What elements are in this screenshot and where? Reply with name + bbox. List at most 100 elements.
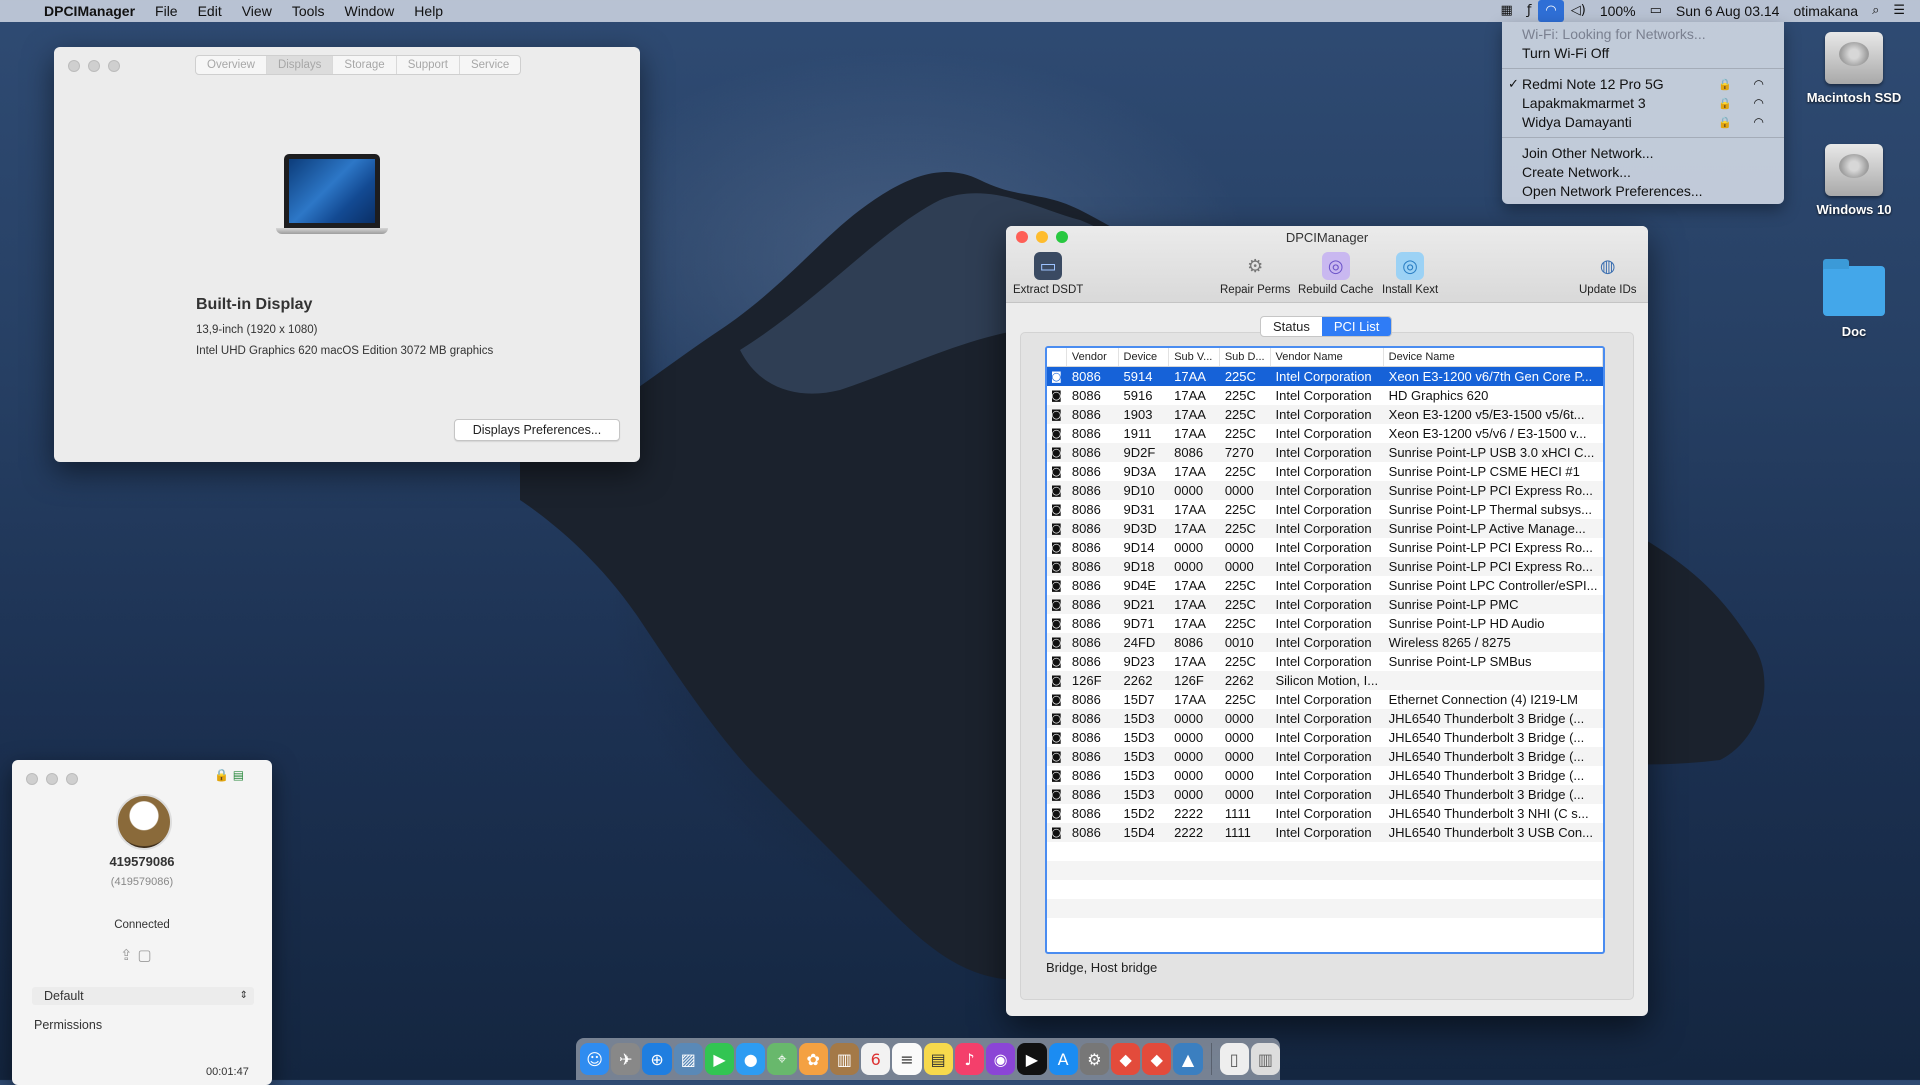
close-button[interactable] bbox=[26, 773, 38, 785]
desktop-icon-macintosh-ssd[interactable]: Macintosh SSD bbox=[1799, 32, 1909, 105]
table-row[interactable]: ◙ 8086 9D71 17AA 225C Intel Corporation Sunris… bbox=[1047, 614, 1603, 633]
tab-storage[interactable]: Storage bbox=[333, 56, 397, 74]
status-monitor-icon[interactable]: ▦ bbox=[1494, 0, 1520, 22]
tab-service[interactable]: Service bbox=[460, 56, 520, 74]
maps-icon[interactable]: ⌖ bbox=[767, 1043, 797, 1075]
volume-icon[interactable]: ◁) bbox=[1564, 0, 1593, 22]
pci-device-table[interactable]: Vendor Device Sub V... Sub D... Vendor N… bbox=[1045, 346, 1605, 954]
open-network-prefs-item[interactable]: Open Network Preferences... bbox=[1522, 182, 1772, 201]
column-header-device[interactable]: Device bbox=[1119, 348, 1170, 366]
user-menu[interactable]: otimakana bbox=[1786, 0, 1865, 22]
network-item[interactable]: Lapakmakmarmet 3 🔒 ◠ bbox=[1522, 94, 1772, 113]
network-item[interactable]: Widya Damayanti 🔒 ◠ bbox=[1522, 113, 1772, 132]
column-header-device-name[interactable]: Device Name bbox=[1384, 348, 1603, 366]
install-kext-button[interactable]: ◎ Install Kext bbox=[1382, 252, 1438, 296]
script-icon[interactable]: ƒ bbox=[1520, 0, 1539, 22]
icon-column-header[interactable] bbox=[1047, 348, 1067, 366]
system-preferences-icon[interactable]: ⚙ bbox=[1079, 1043, 1109, 1075]
minimize-button[interactable] bbox=[88, 60, 100, 72]
spotlight-search-icon[interactable]: ⌕ bbox=[1865, 0, 1886, 22]
zoom-button[interactable] bbox=[108, 60, 120, 72]
table-row[interactable]: ◙ 8086 9D10 0000 0000 Intel Corporation Sunris… bbox=[1047, 481, 1603, 500]
menu-file[interactable]: File bbox=[145, 0, 188, 22]
desktop-icon-doc[interactable]: Doc bbox=[1799, 259, 1909, 339]
table-row[interactable]: ◙ 8086 15D3 0000 0000 Intel Corporation JHL654… bbox=[1047, 785, 1603, 804]
table-row[interactable]: ◙ 8086 9D23 17AA 225C Intel Corporation Sunris… bbox=[1047, 652, 1603, 671]
table-row[interactable]: ◙ 8086 9D14 0000 0000 Intel Corporation Sunris… bbox=[1047, 538, 1603, 557]
reminders-icon[interactable]: ≡ bbox=[892, 1043, 922, 1075]
contacts-icon[interactable]: ▥ bbox=[829, 1043, 860, 1075]
table-row[interactable]: ◙ 8086 9D4E 17AA 225C Intel Corporation Sunris… bbox=[1047, 576, 1603, 595]
table-row[interactable]: ◙ 8086 9D3A 17AA 225C Intel Corporation Sunris… bbox=[1047, 462, 1603, 481]
tab-pci-list[interactable]: PCI List bbox=[1321, 317, 1392, 336]
create-network-item[interactable]: Create Network... bbox=[1522, 163, 1772, 182]
table-row[interactable]: ◙ 8086 5914 17AA 225C Intel Corporation Xeon E… bbox=[1047, 367, 1603, 386]
notes-icon[interactable]: ▤ bbox=[923, 1043, 953, 1075]
displays-preferences-button[interactable]: Displays Preferences... bbox=[454, 419, 620, 441]
clock[interactable]: Sun 6 Aug 03.14 bbox=[1669, 0, 1787, 22]
network-utility-icon[interactable]: ▲ bbox=[1173, 1043, 1203, 1075]
chat-icon[interactable]: ▢ bbox=[137, 946, 151, 964]
launchpad-icon[interactable]: ✈ bbox=[611, 1043, 641, 1075]
permissions-label[interactable]: Permissions bbox=[34, 1018, 102, 1032]
table-row[interactable]: ◙ 8086 15D3 0000 0000 Intel Corporation JHL654… bbox=[1047, 747, 1603, 766]
table-row[interactable]: ◙ 8086 15D3 0000 0000 Intel Corporation JHL654… bbox=[1047, 728, 1603, 747]
table-row[interactable]: ◙ 8086 15D3 0000 0000 Intel Corporation JHL654… bbox=[1047, 709, 1603, 728]
tab-displays[interactable]: Displays bbox=[266, 56, 334, 74]
battery-icon[interactable]: ▭ bbox=[1643, 0, 1669, 22]
safari-icon[interactable]: ⊕ bbox=[642, 1043, 672, 1075]
photos-icon[interactable]: ✿ bbox=[798, 1043, 828, 1075]
rebuild-cache-button[interactable]: ◎ Rebuild Cache bbox=[1298, 252, 1373, 296]
table-row[interactable]: ◙ 8086 15D3 0000 0000 Intel Corporation JHL654… bbox=[1047, 766, 1603, 785]
chat-icon[interactable]: ▤ bbox=[233, 768, 244, 782]
anydesk-icon[interactable]: ◆ bbox=[1110, 1043, 1141, 1075]
table-row[interactable]: ◙ 8086 5916 17AA 225C Intel Corporation HD Gra… bbox=[1047, 386, 1603, 405]
wifi-icon[interactable]: ◠ bbox=[1538, 0, 1564, 22]
table-row[interactable]: ◙ 8086 9D2F 8086 7270 Intel Corporation Sunris… bbox=[1047, 443, 1603, 462]
messages-icon[interactable]: ● bbox=[736, 1043, 766, 1075]
table-row[interactable]: ◙ 8086 9D21 17AA 225C Intel Corporation Sunris… bbox=[1047, 595, 1603, 614]
menu-tools[interactable]: Tools bbox=[282, 0, 335, 22]
minimize-button[interactable] bbox=[46, 773, 58, 785]
column-header-vendor-name[interactable]: Vendor Name bbox=[1271, 348, 1384, 366]
menu-view[interactable]: View bbox=[232, 0, 282, 22]
desktop-icon-windows-10[interactable]: Windows 10 bbox=[1799, 144, 1909, 217]
apple-menu-icon[interactable] bbox=[0, 0, 34, 22]
calendar-icon[interactable]: 6 bbox=[861, 1043, 891, 1075]
update-ids-button[interactable]: ◍ Update IDs bbox=[1579, 252, 1637, 297]
podcasts-icon[interactable]: ◉ bbox=[986, 1043, 1016, 1075]
turn-wifi-off-item[interactable]: Turn Wi-Fi Off bbox=[1522, 44, 1772, 63]
close-button[interactable] bbox=[68, 60, 80, 72]
table-row[interactable]: ◙ 126F 2262 126F 2262 Silicon Motion, I... bbox=[1047, 671, 1603, 690]
battery-percent[interactable]: 100% bbox=[1593, 0, 1643, 22]
menu-edit[interactable]: Edit bbox=[188, 0, 232, 22]
tab-support[interactable]: Support bbox=[397, 56, 460, 74]
table-row[interactable]: ◙ 8086 9D18 0000 0000 Intel Corporation Sunris… bbox=[1047, 557, 1603, 576]
notification-center-icon[interactable]: ☰ bbox=[1886, 0, 1912, 22]
facetime-icon[interactable]: ▶ bbox=[704, 1043, 735, 1075]
menu-help[interactable]: Help bbox=[404, 0, 453, 22]
trash-icon[interactable]: ▥ bbox=[1250, 1043, 1281, 1075]
tv-icon[interactable]: ▶ bbox=[1017, 1043, 1047, 1075]
lock-icon[interactable]: 🔒 bbox=[214, 768, 229, 782]
table-row[interactable]: ◙ 8086 1911 17AA 225C Intel Corporation Xeon E… bbox=[1047, 424, 1603, 443]
tab-status[interactable]: Status bbox=[1261, 317, 1322, 336]
table-row[interactable]: ◙ 8086 15D4 2222 1111 Intel Corporation JHL654… bbox=[1047, 823, 1603, 842]
preview-icon[interactable]: ▨ bbox=[673, 1043, 703, 1075]
network-item[interactable]: ✓ Redmi Note 12 Pro 5G 🔒 ◠ bbox=[1508, 75, 1772, 94]
column-header-vendor[interactable]: Vendor bbox=[1067, 348, 1119, 366]
table-row[interactable]: ◙ 8086 15D2 2222 1111 Intel Corporation JHL654… bbox=[1047, 804, 1603, 823]
music-icon[interactable]: ♪ bbox=[954, 1043, 985, 1075]
file-transfer-icon[interactable]: ⇪ bbox=[120, 946, 133, 964]
table-row[interactable]: ◙ 8086 24FD 8086 0010 Intel Corporation Wirele… bbox=[1047, 633, 1603, 652]
column-header-sub-vendor[interactable]: Sub V... bbox=[1169, 348, 1220, 366]
app-store-icon[interactable]: A bbox=[1048, 1043, 1078, 1075]
document-icon[interactable]: ▯ bbox=[1219, 1043, 1249, 1075]
join-other-network-item[interactable]: Join Other Network... bbox=[1522, 144, 1772, 163]
zoom-button[interactable] bbox=[66, 773, 78, 785]
extract-dsdt-button[interactable]: ▭ Extract DSDT bbox=[1013, 252, 1083, 296]
table-row[interactable]: ◙ 8086 1903 17AA 225C Intel Corporation Xeon E… bbox=[1047, 405, 1603, 424]
profile-select[interactable]: Default ⇕ bbox=[32, 987, 254, 1005]
menu-window[interactable]: Window bbox=[335, 0, 405, 22]
table-row[interactable]: ◙ 8086 9D3D 17AA 225C Intel Corporation Sunris… bbox=[1047, 519, 1603, 538]
